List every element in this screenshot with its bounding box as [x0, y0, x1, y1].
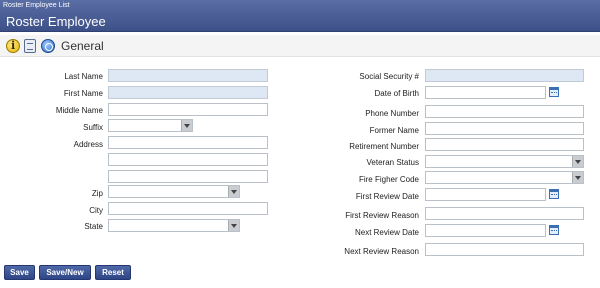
first-name-label: First Name	[63, 89, 103, 98]
award-icon[interactable]	[41, 39, 55, 53]
window-titlebar: Roster Employee List Roster Employee	[0, 0, 600, 32]
zip-select[interactable]	[108, 185, 240, 198]
phone-field[interactable]	[425, 105, 584, 118]
next-review-reason-label: Next Review Reason	[344, 247, 419, 256]
city-field[interactable]	[108, 202, 268, 215]
suffix-select[interactable]	[108, 119, 193, 132]
address-line-3-field[interactable]	[108, 170, 268, 183]
veteran-status-label: Veteran Status	[366, 158, 419, 167]
first-review-reason-label: First Review Reason	[345, 211, 419, 220]
ssn-field[interactable]	[425, 69, 584, 82]
suffix-label: Suffix	[83, 123, 103, 132]
calendar-icon[interactable]	[549, 189, 559, 199]
first-review-date-field[interactable]	[425, 188, 546, 201]
middle-name-label: Middle Name	[55, 106, 103, 115]
retirement-number-field[interactable]	[425, 138, 584, 151]
ssn-label: Social Security #	[359, 72, 419, 81]
state-label: State	[84, 222, 103, 231]
breadcrumb[interactable]: Roster Employee List	[3, 2, 70, 9]
dob-label: Date of Birth	[374, 89, 419, 98]
state-select[interactable]	[108, 219, 240, 232]
reset-button[interactable]: Reset	[95, 265, 131, 280]
section-toolbar: General	[0, 35, 600, 57]
page-title: Roster Employee	[6, 14, 106, 29]
former-name-label: Former Name	[369, 126, 419, 135]
first-name-field[interactable]	[108, 86, 268, 99]
former-name-field[interactable]	[425, 122, 584, 135]
dob-field[interactable]	[425, 86, 546, 99]
middle-name-field[interactable]	[108, 103, 268, 116]
phone-label: Phone Number	[365, 109, 419, 118]
save-button[interactable]: Save	[4, 265, 35, 280]
retirement-number-label: Retirement Number	[349, 142, 419, 151]
info-icon[interactable]	[6, 39, 20, 53]
first-review-reason-field[interactable]	[425, 207, 584, 220]
last-name-field[interactable]	[108, 69, 268, 82]
last-name-label: Last Name	[64, 72, 103, 81]
document-icon[interactable]	[24, 39, 36, 53]
calendar-icon[interactable]	[549, 87, 559, 97]
fire-fighter-code-label: Fire Figher Code	[358, 175, 419, 184]
save-new-button[interactable]: Save/New	[39, 265, 91, 280]
next-review-date-label: Next Review Date	[354, 228, 419, 237]
address-label: Address	[73, 140, 103, 149]
next-review-reason-field[interactable]	[425, 243, 584, 256]
fire-fighter-code-select[interactable]	[425, 171, 584, 184]
zip-label: Zip	[91, 189, 103, 198]
next-review-date-field[interactable]	[425, 224, 546, 237]
city-label: City	[89, 206, 103, 215]
section-title: General	[61, 39, 104, 53]
address-line-1-field[interactable]	[108, 136, 268, 149]
veteran-status-select[interactable]	[425, 155, 584, 168]
address-line-2-field[interactable]	[108, 153, 268, 166]
first-review-date-label: First Review Date	[355, 192, 419, 201]
calendar-icon[interactable]	[549, 225, 559, 235]
